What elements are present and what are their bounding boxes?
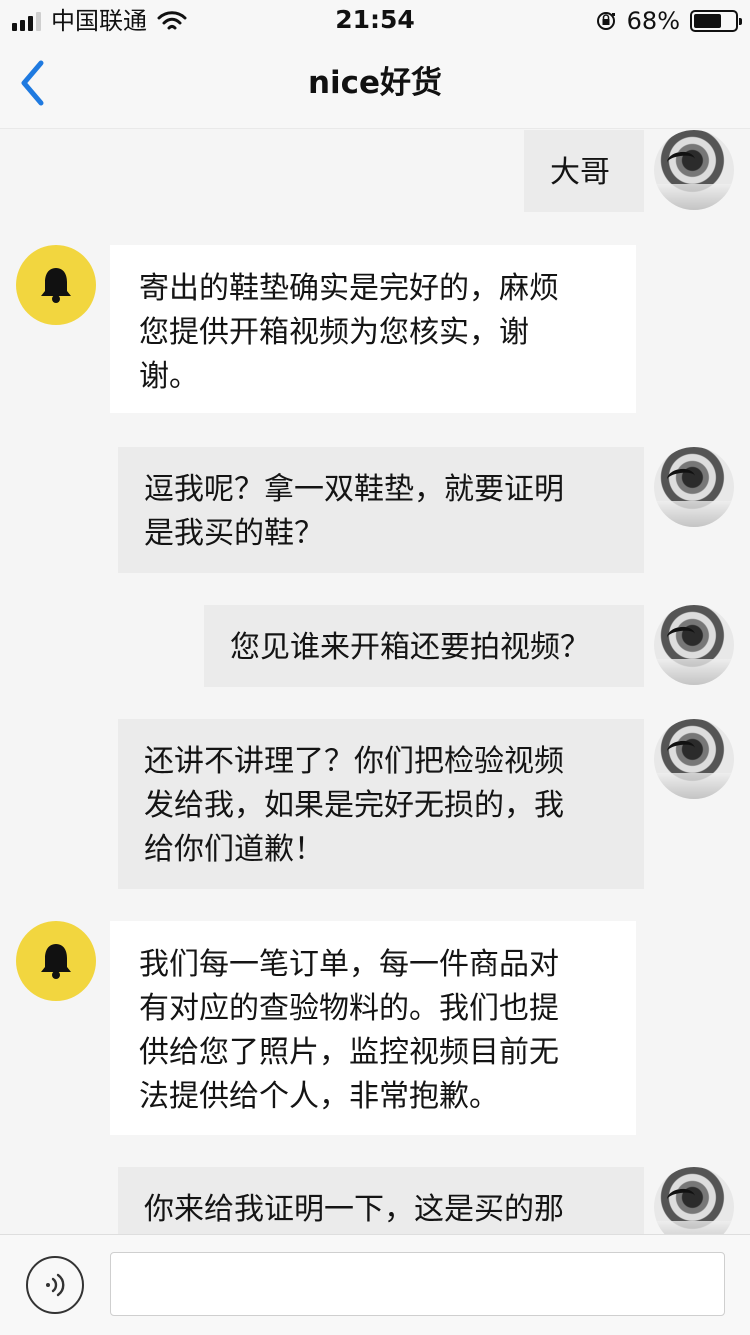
message-composer [0,1234,750,1335]
bot-avatar[interactable] [16,245,96,325]
bell-icon [41,944,71,979]
message-bubble-user: 您见谁来开箱还要拍视频？ [204,605,644,687]
user-avatar[interactable] [654,719,734,799]
battery-icon [690,10,742,32]
battery-level [694,14,722,28]
user-avatar[interactable] [654,447,734,527]
message-row-user: 您见谁来开箱还要拍视频？ [0,605,750,687]
user-avatar[interactable] [654,130,734,210]
chat-message-list[interactable]: 大哥 寄出的鞋垫确实是完好的，麻烦 您提供开箱视频为您核实，谢 谢。 逗我呢？拿… [0,128,750,1234]
message-row-bot: 我们每一笔订单，每一件商品对 有对应的查验物料的。我们也提 供给您了照片，监控视… [0,921,750,1135]
status-right: 68% [595,6,742,36]
message-input[interactable] [110,1252,725,1316]
message-row-user: 大哥 [0,130,750,212]
user-avatar[interactable] [654,605,734,685]
battery-percent: 68% [626,7,680,35]
top-bar: 中国联通 21:54 68% nice好货 [0,0,750,129]
message-bubble-user: 逗我呢？拿一双鞋垫，就要证明 是我买的鞋？ [118,447,644,573]
voice-icon [46,1273,65,1297]
user-avatar[interactable] [654,1167,734,1234]
rotation-lock-icon [596,12,615,30]
message-bubble-user: 你来给我证明一下，这是买的那 [118,1167,644,1234]
message-bubble-user: 大哥 [524,130,644,212]
message-row-bot: 寄出的鞋垫确实是完好的，麻烦 您提供开箱视频为您核实，谢 谢。 [0,245,750,413]
message-bubble-bot: 我们每一笔订单，每一件商品对 有对应的查验物料的。我们也提 供给您了照片，监控视… [110,921,636,1135]
navigation-bar: nice好货 [0,40,750,128]
voice-input-button[interactable] [26,1256,84,1314]
message-row-user: 你来给我证明一下，这是买的那 [0,1167,750,1234]
status-bar: 中国联通 21:54 68% [0,0,750,40]
message-bubble-user: 还讲不讲理了？你们把检验视频 发给我，如果是完好无损的，我 给你们道歉！ [118,719,644,889]
message-bubble-bot: 寄出的鞋垫确实是完好的，麻烦 您提供开箱视频为您核实，谢 谢。 [110,245,636,413]
chat-title: nice好货 [307,65,443,101]
message-row-user: 逗我呢？拿一双鞋垫，就要证明 是我买的鞋？ [0,447,750,573]
bot-avatar[interactable] [16,921,96,1001]
bell-icon [41,268,71,303]
message-row-user: 还讲不讲理了？你们把检验视频 发给我，如果是完好无损的，我 给你们道歉！ [0,719,750,889]
